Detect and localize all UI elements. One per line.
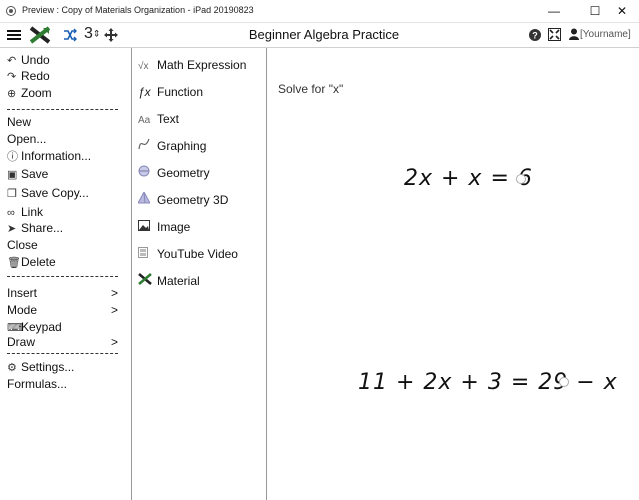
redo-icon: ↷ bbox=[7, 71, 17, 83]
zoom-icon: ⊕ bbox=[7, 88, 17, 100]
info-icon: ⓘ bbox=[7, 151, 18, 163]
menu-new[interactable]: New bbox=[7, 115, 31, 130]
close-window-button[interactable]: ✕ bbox=[605, 0, 639, 22]
svg-text:?: ? bbox=[532, 31, 538, 41]
keyboard-icon: ⌨ bbox=[7, 322, 23, 334]
share-icon: ➤ bbox=[7, 223, 17, 235]
menu-insert[interactable]: Insert > bbox=[7, 286, 125, 301]
image-icon bbox=[138, 220, 157, 237]
material-icon bbox=[138, 273, 157, 291]
text-icon: Aa bbox=[138, 115, 151, 126]
insert-text[interactable]: Aa Text bbox=[138, 111, 179, 127]
menu-redo[interactable]: ↷ Redo bbox=[7, 69, 50, 84]
menu-zoom[interactable]: ⊕ Zoom bbox=[7, 86, 52, 101]
insert-geometry-3d[interactable]: Geometry 3D bbox=[137, 190, 228, 210]
graph-icon bbox=[138, 138, 157, 156]
save-icon: ▣ bbox=[7, 169, 18, 181]
menu-divider bbox=[7, 276, 118, 277]
submenu-arrow-icon: > bbox=[111, 286, 119, 300]
trash-icon: 🗑 bbox=[7, 257, 21, 269]
menu-mode[interactable]: Mode > bbox=[7, 303, 125, 318]
menu-divider bbox=[7, 109, 118, 110]
shuffle-icon[interactable] bbox=[63, 27, 77, 43]
undo-icon: ↶ bbox=[7, 55, 17, 67]
insert-geometry[interactable]: Geometry bbox=[138, 165, 210, 181]
menu-undo[interactable]: ↶ Undo bbox=[7, 53, 50, 68]
app-toolbar: 3⇕ Beginner Algebra Practice ? [Yourname… bbox=[0, 23, 639, 48]
equation-1[interactable]: 2x + x = 6 bbox=[404, 166, 533, 191]
window-title: Preview : Copy of Materials Organization… bbox=[22, 5, 254, 15]
fullscreen-icon[interactable] bbox=[548, 28, 561, 41]
function-icon: ƒx bbox=[138, 85, 151, 99]
menu-save[interactable]: ▣ Save bbox=[7, 167, 48, 182]
menu-formulas[interactable]: Formulas... bbox=[7, 377, 67, 392]
insert-youtube-video[interactable]: YouTube Video bbox=[138, 246, 238, 262]
copy-icon: ❐ bbox=[7, 188, 17, 200]
menu-delete[interactable]: 🗑Delete bbox=[7, 255, 56, 270]
numbering-icon[interactable]: 3⇕ bbox=[84, 25, 102, 45]
help-icon[interactable]: ? bbox=[529, 28, 541, 41]
menu-settings[interactable]: ⚙ Settings... bbox=[7, 360, 74, 375]
instruction-text: Solve for "x" bbox=[278, 82, 344, 96]
window-title-bar: Preview : Copy of Materials Organization… bbox=[0, 0, 639, 23]
geometry-icon bbox=[138, 165, 157, 183]
hamburger-menu-icon[interactable] bbox=[7, 28, 21, 42]
menu-draw[interactable]: Draw > bbox=[7, 335, 125, 350]
insert-image[interactable]: Image bbox=[138, 219, 190, 235]
menu-link[interactable]: ∞ Link bbox=[7, 205, 43, 220]
insert-function[interactable]: ƒx Function bbox=[138, 84, 203, 100]
minimize-button[interactable]: — bbox=[537, 0, 571, 22]
menu-share[interactable]: ➤ Share... bbox=[7, 221, 63, 236]
menu-information[interactable]: ⓘ Information... bbox=[7, 149, 91, 164]
move-icon[interactable] bbox=[104, 28, 118, 42]
equation-2-answer-circle[interactable] bbox=[559, 377, 569, 387]
video-icon bbox=[138, 247, 157, 264]
menu-open[interactable]: Open... bbox=[7, 132, 46, 147]
link-icon: ∞ bbox=[7, 207, 15, 219]
menu-keypad[interactable]: ⌨Keypad bbox=[7, 320, 62, 335]
menu-save-copy[interactable]: ❐ Save Copy... bbox=[7, 186, 89, 201]
user-icon[interactable] bbox=[569, 28, 579, 41]
insert-graphing[interactable]: Graphing bbox=[138, 138, 206, 154]
submenu-arrow-icon: > bbox=[111, 335, 119, 349]
insert-material[interactable]: Material bbox=[138, 273, 200, 289]
gear-icon: ⚙ bbox=[7, 362, 17, 374]
document-canvas[interactable]: Solve for "x" 2x + x = 6 11 + 2x + 3 = 2… bbox=[267, 48, 639, 500]
main-menu-panel: ↶ Undo ↷ Redo ⊕ Zoom New Open... ⓘ Informati… bbox=[0, 48, 132, 500]
insert-panel: √x Math Expression ƒx Function Aa Text Grap… bbox=[132, 48, 267, 500]
sqrt-icon: √x bbox=[138, 61, 149, 72]
menu-close[interactable]: Close bbox=[7, 238, 38, 253]
app-logo-icon[interactable] bbox=[29, 26, 51, 44]
username-label[interactable]: [Yourname] bbox=[580, 29, 631, 40]
insert-math-expression[interactable]: √x Math Expression bbox=[138, 57, 246, 73]
equation-1-answer-circle[interactable] bbox=[516, 174, 526, 184]
menu-divider bbox=[7, 353, 118, 354]
submenu-arrow-icon: > bbox=[111, 303, 119, 317]
equation-2[interactable]: 11 + 2x + 3 = 29 − x bbox=[358, 370, 618, 395]
app-window-icon bbox=[6, 6, 16, 16]
document-title: Beginner Algebra Practice bbox=[248, 27, 400, 42]
pyramid-icon bbox=[137, 190, 157, 210]
